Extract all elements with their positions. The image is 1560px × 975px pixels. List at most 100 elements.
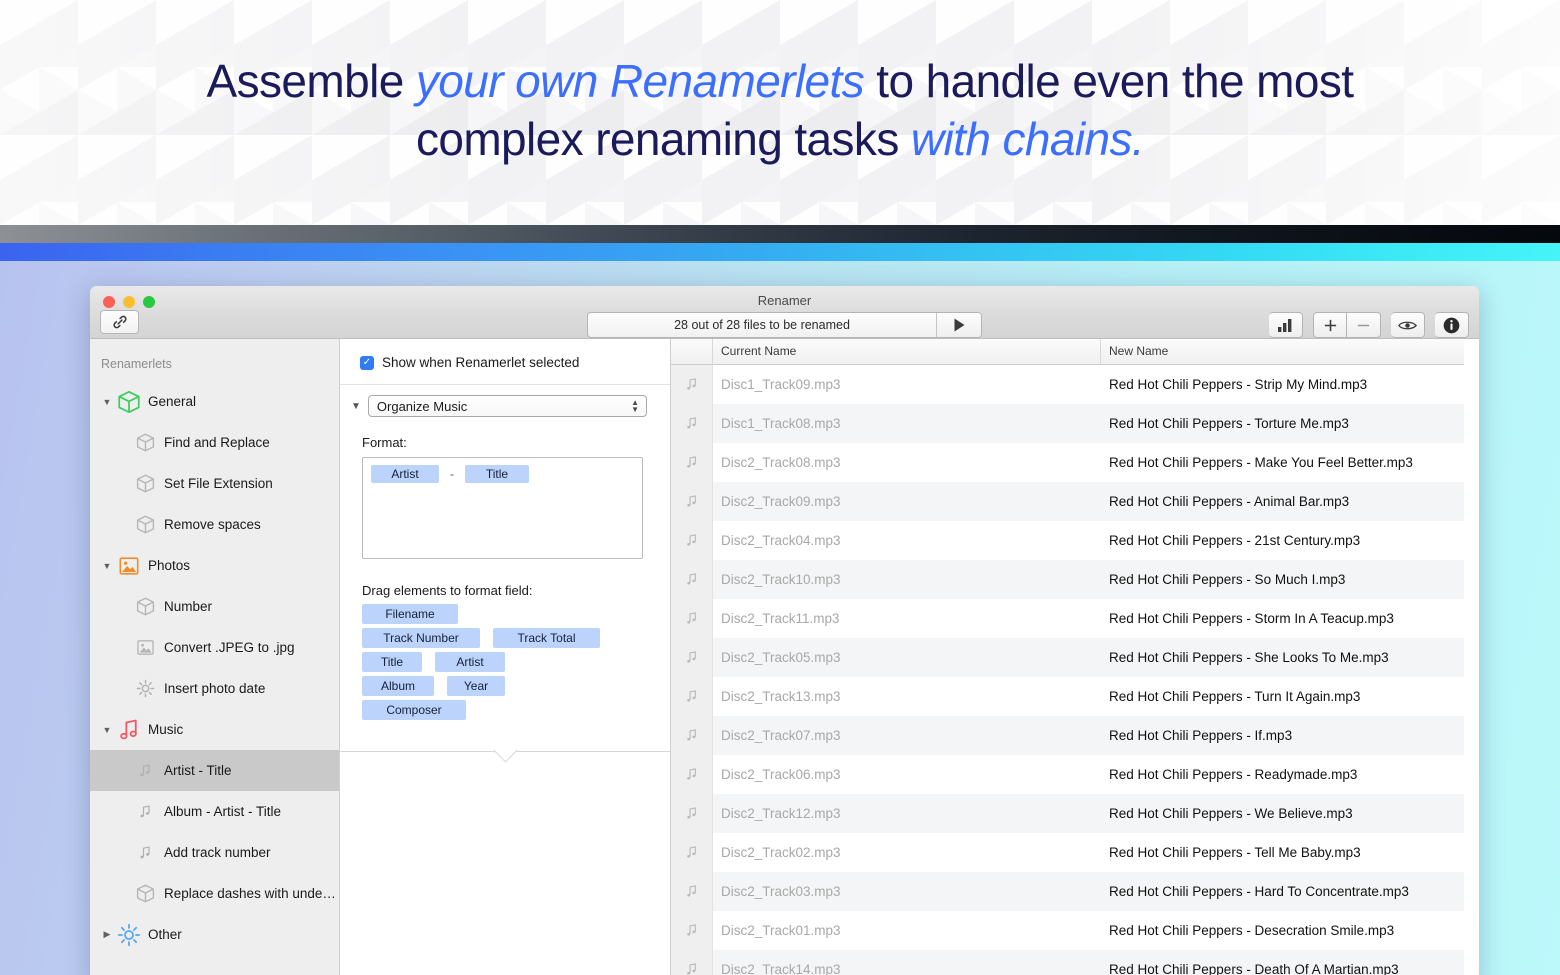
- run-rename-button[interactable]: [936, 313, 981, 337]
- music-note-icon: [683, 649, 700, 666]
- element-composer[interactable]: Composer: [362, 700, 466, 720]
- headline-line1-part1: Assemble: [207, 55, 416, 107]
- sidebar-item-general[interactable]: ▼General: [90, 381, 339, 422]
- table-row[interactable]: Disc2_Track02.mp3Red Hot Chili Peppers -…: [671, 833, 1464, 872]
- element-year[interactable]: Year: [447, 676, 505, 696]
- table-row[interactable]: Disc2_Track14.mp3Red Hot Chili Peppers -…: [671, 950, 1464, 975]
- element-album[interactable]: Album: [362, 676, 434, 696]
- new-name-column-header[interactable]: New Name: [1101, 339, 1464, 365]
- blue-gradient-strip: [0, 243, 1560, 261]
- table-row[interactable]: Disc2_Track13.mp3Red Hot Chili Peppers -…: [671, 677, 1464, 716]
- current-name-cell: Disc2_Track03.mp3: [713, 884, 1101, 899]
- cube-green-icon: [116, 389, 142, 415]
- preview-button[interactable]: [1391, 312, 1425, 338]
- chevron-down-icon[interactable]: ▼: [100, 397, 114, 407]
- music-note-icon: [683, 415, 700, 432]
- show-when-checkbox[interactable]: ✓: [360, 356, 374, 370]
- sidebar-item-music[interactable]: ▼Music: [90, 709, 339, 750]
- sidebar-item-other[interactable]: ▶ Other: [90, 914, 339, 955]
- music-note-icon: [671, 716, 713, 755]
- cube-grey-icon: [132, 514, 158, 535]
- chevron-right-icon[interactable]: ▶: [100, 929, 114, 940]
- note-grey-icon: [132, 762, 158, 780]
- info-button[interactable]: [1435, 312, 1469, 338]
- remove-renamerlet-button[interactable]: [1347, 312, 1381, 338]
- current-name-column-header[interactable]: Current Name: [713, 339, 1101, 365]
- cube-grey-icon: [132, 596, 158, 617]
- photo-grey-icon: [132, 638, 158, 657]
- table-row[interactable]: Disc2_Track09.mp3Red Hot Chili Peppers -…: [671, 482, 1464, 521]
- new-name-cell: Red Hot Chili Peppers - If.mp3: [1101, 728, 1464, 743]
- music-note-icon: [683, 961, 700, 975]
- note-grey-icon: [132, 803, 158, 821]
- sidebar-item-album-artist-title[interactable]: Album - Artist - Title: [90, 791, 339, 832]
- sidebar-item-set-file-extension[interactable]: Set File Extension: [90, 463, 339, 504]
- note-grey-icon: [136, 844, 154, 862]
- table-row[interactable]: Disc1_Track09.mp3Red Hot Chili Peppers -…: [671, 365, 1464, 404]
- table-row[interactable]: Disc2_Track12.mp3Red Hot Chili Peppers -…: [671, 794, 1464, 833]
- table-row[interactable]: Disc2_Track04.mp3Red Hot Chili Peppers -…: [671, 521, 1464, 560]
- format-token-title[interactable]: Title: [465, 465, 529, 483]
- element-title[interactable]: Title: [362, 652, 422, 672]
- music-note-icon: [671, 794, 713, 833]
- music-note-icon: [671, 950, 713, 975]
- element-track-number[interactable]: Track Number: [362, 628, 480, 648]
- table-row[interactable]: Disc2_Track06.mp3Red Hot Chili Peppers -…: [671, 755, 1464, 794]
- sidebar-item-replace-dashes-with-unde[interactable]: Replace dashes with unde…: [90, 873, 339, 914]
- element-filename[interactable]: Filename: [362, 604, 458, 624]
- table-row[interactable]: Disc2_Track03.mp3Red Hot Chili Peppers -…: [671, 872, 1464, 911]
- sidebar-item-add-track-number[interactable]: Add track number: [90, 832, 339, 873]
- format-token-artist[interactable]: Artist: [371, 465, 439, 483]
- renamerlets-sidebar[interactable]: Renamerlets ▼General Find and Replace Set …: [90, 339, 340, 975]
- sidebar-item-label: Artist - Title: [164, 763, 232, 778]
- stepper-arrows-icon: ▲▼: [631, 399, 639, 413]
- music-note-icon: [671, 560, 713, 599]
- music-note-icon: [683, 727, 700, 744]
- element-track-total[interactable]: Track Total: [493, 628, 600, 648]
- sidebar-item-convert-jpeg-to-jpg[interactable]: Convert .JPEG to .jpg: [90, 627, 339, 668]
- new-name-cell: Red Hot Chili Peppers - Make You Feel Be…: [1101, 455, 1464, 470]
- music-note-icon: [683, 376, 700, 393]
- sidebar-header: Renamerlets: [90, 339, 339, 381]
- table-row[interactable]: Disc2_Track05.mp3Red Hot Chili Peppers -…: [671, 638, 1464, 677]
- current-name-cell: Disc2_Track09.mp3: [713, 494, 1101, 509]
- table-row[interactable]: Disc2_Track11.mp3Red Hot Chili Peppers -…: [671, 599, 1464, 638]
- chevron-down-icon[interactable]: ▼: [100, 725, 114, 735]
- element-artist[interactable]: Artist: [435, 652, 505, 672]
- chain-toggle-button[interactable]: [100, 310, 139, 334]
- sidebar-item-artist-title[interactable]: Artist - Title: [90, 750, 339, 791]
- page-title: Assemble your own Renamerlets to handle …: [0, 52, 1560, 168]
- rename-progress-bar: 28 out of 28 files to be renamed: [587, 312, 982, 338]
- table-row[interactable]: Disc2_Track10.mp3Red Hot Chili Peppers -…: [671, 560, 1464, 599]
- chevron-down-icon[interactable]: ▼: [100, 561, 114, 571]
- file-list-scrollbar[interactable]: [1464, 339, 1479, 975]
- action-select[interactable]: Organize Music ▲▼: [368, 395, 647, 417]
- disclosure-triangle-icon[interactable]: ▼: [351, 401, 361, 412]
- format-field[interactable]: Artist-Title: [362, 457, 643, 559]
- sidebar-item-insert-photo-date[interactable]: Insert photo date: [90, 668, 339, 709]
- table-row[interactable]: Disc2_Track01.mp3Red Hot Chili Peppers -…: [671, 911, 1464, 950]
- new-name-cell: Red Hot Chili Peppers - Storm In A Teacu…: [1101, 611, 1464, 626]
- file-list[interactable]: Current Name New Name Disc1_Track09.mp3R…: [671, 339, 1464, 975]
- draggable-elements: Filename Track Number Track Total Title …: [340, 604, 670, 720]
- file-list-header: Current Name New Name: [671, 339, 1464, 365]
- sidebar-item-number[interactable]: Number: [90, 586, 339, 627]
- app-screenshot: Assemble your own Renamerlets to handle …: [0, 0, 1560, 975]
- element-row: Album Year: [362, 676, 670, 696]
- sidebar-item-remove-spaces[interactable]: Remove spaces: [90, 504, 339, 545]
- music-note-icon: [671, 755, 713, 794]
- sidebar-item-label: Find and Replace: [164, 435, 270, 450]
- music-note-icon: [671, 599, 713, 638]
- show-when-renamerlet-selected-row[interactable]: ✓ Show when Renamerlet selected: [340, 339, 670, 385]
- table-row[interactable]: Disc1_Track08.mp3Red Hot Chili Peppers -…: [671, 404, 1464, 443]
- action-select-value: Organize Music: [377, 399, 467, 414]
- cube-grey-icon: [135, 432, 156, 453]
- new-name-cell: Red Hot Chili Peppers - Hard To Concentr…: [1101, 884, 1464, 899]
- sidebar-item-find-and-replace[interactable]: Find and Replace: [90, 422, 339, 463]
- stats-button[interactable]: [1269, 312, 1303, 338]
- table-row[interactable]: Disc2_Track07.mp3Red Hot Chili Peppers -…: [671, 716, 1464, 755]
- add-renamerlet-button[interactable]: [1313, 312, 1347, 338]
- sidebar-item-photos[interactable]: ▼Photos: [90, 545, 339, 586]
- sidebar-item-label: Other: [148, 927, 182, 942]
- table-row[interactable]: Disc2_Track08.mp3Red Hot Chili Peppers -…: [671, 443, 1464, 482]
